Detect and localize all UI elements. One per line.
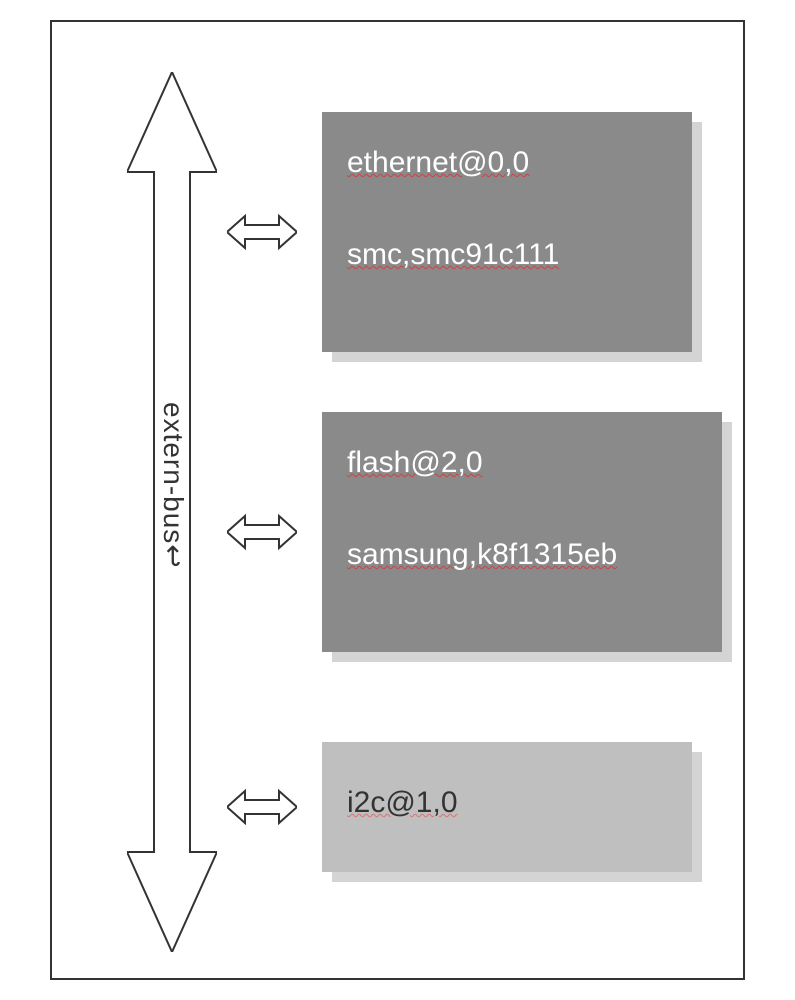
diagram-frame: extern-bus↩ ethernet@0,0 smc,smc91c111 f… — [50, 20, 745, 980]
ethernet-box: ethernet@0,0 smc,smc91c111 — [322, 112, 692, 352]
ethernet-line2: smc,smc91c111 — [347, 234, 667, 276]
i2c-box: i2c@1,0 — [322, 742, 692, 872]
flash-box: flash@2,0 samsung,k8f1315eb — [322, 412, 722, 652]
bus-label-marker: ↩ — [158, 544, 189, 568]
connector-arrow-2 — [227, 512, 297, 552]
ethernet-line1: ethernet@0,0 — [347, 142, 667, 184]
connector-arrow-1 — [227, 212, 297, 252]
bus-label-text: extern-bus — [158, 402, 189, 544]
flash-line1: flash@2,0 — [347, 442, 697, 484]
i2c-line1: i2c@1,0 — [347, 782, 667, 824]
connector-arrow-3 — [227, 787, 297, 827]
flash-line2: samsung,k8f1315eb — [347, 534, 697, 576]
bus-label: extern-bus↩ — [157, 402, 190, 569]
